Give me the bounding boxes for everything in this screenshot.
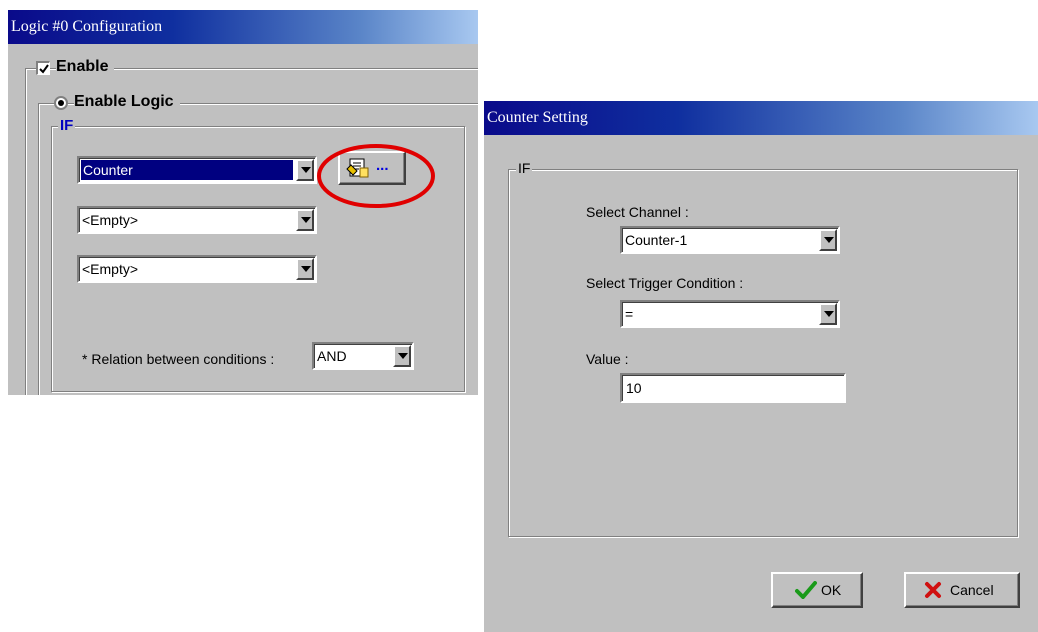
if-legend: IF: [58, 117, 76, 134]
value-input[interactable]: 10: [620, 373, 846, 403]
logic-config-title: Logic #0 Configuration: [11, 18, 163, 35]
enable-checkbox[interactable]: [36, 61, 50, 75]
value-text: 10: [626, 380, 642, 396]
checkmark-icon: [39, 64, 49, 74]
channel-combo[interactable]: Counter-1: [620, 226, 840, 254]
value-label: Value :: [586, 351, 629, 367]
highlight-circle: [317, 144, 435, 208]
trigger-combo[interactable]: =: [620, 300, 840, 328]
cancel-button[interactable]: Cancel: [904, 572, 1020, 608]
condition-3-combo[interactable]: <Empty>: [77, 255, 317, 283]
cross-icon: [925, 582, 941, 598]
condition-1-combo[interactable]: Counter: [77, 156, 317, 184]
counter-setting-title: Counter Setting: [487, 109, 588, 126]
ok-label: OK: [821, 582, 842, 598]
channel-label: Select Channel :: [586, 204, 689, 220]
enable-logic-radio[interactable]: [54, 96, 68, 110]
counter-setting-window: Counter Setting IF Select Channel : Coun…: [484, 101, 1038, 632]
relation-value: AND: [317, 348, 347, 364]
relation-label: * Relation between conditions :: [82, 351, 275, 367]
chevron-down-icon[interactable]: [819, 229, 837, 251]
trigger-label: Select Trigger Condition :: [586, 275, 744, 291]
condition-2-combo[interactable]: <Empty>: [77, 206, 317, 234]
channel-value: Counter-1: [625, 232, 688, 248]
cancel-label: Cancel: [950, 582, 994, 598]
ok-button[interactable]: OK: [771, 572, 863, 608]
enable-label: Enable: [56, 58, 115, 76]
checkmark-icon: [795, 581, 817, 599]
logic-config-titlebar[interactable]: Logic #0 Configuration: [8, 10, 478, 44]
chevron-down-icon[interactable]: [393, 345, 411, 367]
counter-if-legend: IF: [516, 160, 533, 176]
enable-logic-label: Enable Logic: [74, 93, 180, 111]
condition-1-value: Counter: [81, 160, 293, 180]
condition-3-value: <Empty>: [82, 261, 139, 277]
chevron-down-icon[interactable]: [819, 303, 837, 325]
chevron-down-icon[interactable]: [296, 258, 314, 280]
counter-if-groupbox: [508, 169, 1018, 537]
counter-setting-titlebar[interactable]: Counter Setting: [484, 101, 1038, 135]
chevron-down-icon[interactable]: [296, 209, 314, 231]
chevron-down-icon[interactable]: [296, 159, 314, 181]
trigger-value: =: [625, 306, 634, 322]
condition-2-value: <Empty>: [82, 212, 139, 228]
relation-combo[interactable]: AND: [312, 342, 414, 370]
